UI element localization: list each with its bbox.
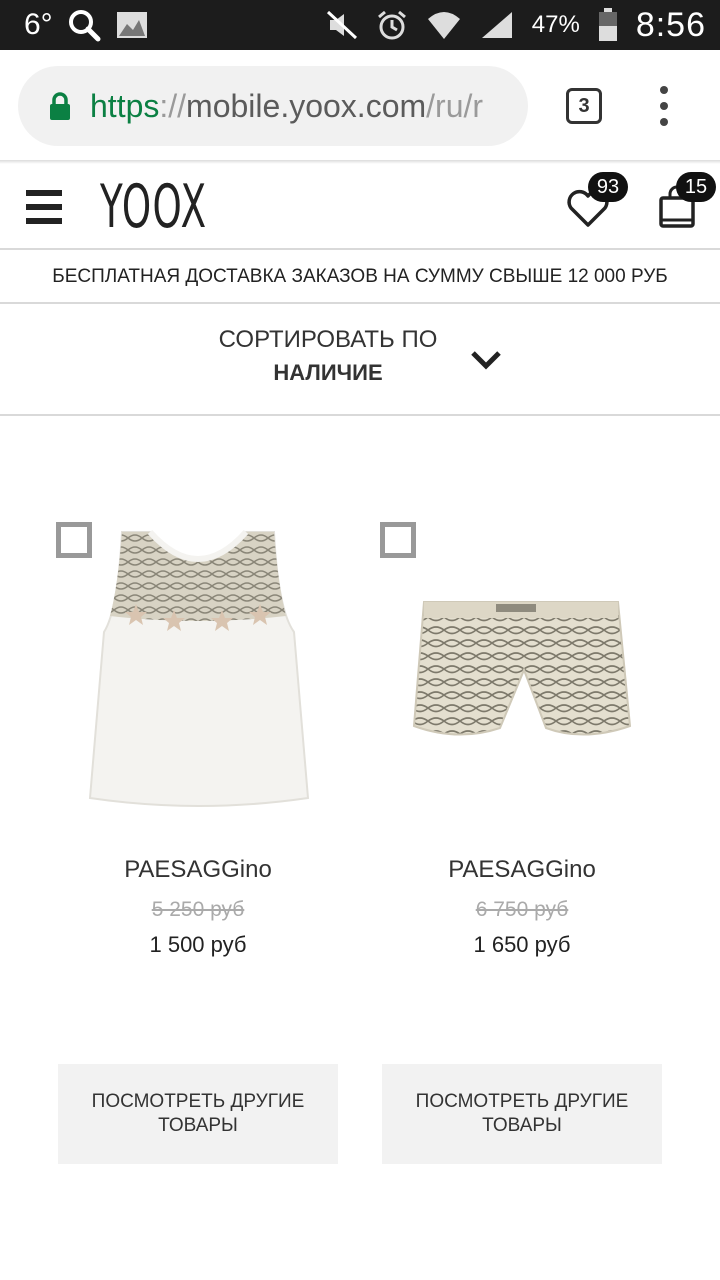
wishlist-count-badge: 93 (588, 172, 628, 202)
product-brand[interactable]: PAESAGGino (36, 856, 360, 884)
product-price: 1 500 руб (149, 932, 247, 957)
url-text: https://mobile.yoox.com/ru/r (90, 87, 484, 124)
product-price: 1 650 руб (473, 932, 571, 957)
yoox-logo[interactable]: YOOX (100, 172, 207, 242)
status-bar: 6° 47% 8:56 (0, 0, 720, 50)
product-image-tank-top[interactable] (72, 520, 324, 820)
product-old-price: 6 750 руб (475, 898, 569, 921)
temperature: 6° (24, 8, 53, 41)
site-header: YOOX 93 15 (0, 164, 720, 250)
wifi-icon (426, 9, 462, 41)
browser-toolbar: https://mobile.yoox.com/ru/r 3 (0, 50, 720, 162)
bag-count-badge: 15 (676, 172, 716, 202)
search-icon (67, 8, 101, 42)
signal-icon (480, 10, 514, 40)
product-brand[interactable]: PAESAGGino (360, 856, 684, 884)
product-image-shorts[interactable] (396, 520, 648, 820)
browser-menu-icon[interactable] (652, 86, 676, 126)
free-shipping-banner: БЕСПЛАТНАЯ ДОСТАВКА ЗАКАЗОВ НА СУММУ СВЫ… (0, 252, 720, 304)
mute-icon (326, 10, 358, 40)
sort-label: СОРТИРОВАТЬ ПО (218, 326, 438, 353)
see-more-products-button[interactable]: ПОСМОТРЕТЬ ДРУГИЕ ТОВАРЫ (382, 1064, 662, 1164)
lock-icon (50, 92, 70, 120)
clock: 8:56 (635, 5, 706, 44)
address-bar[interactable]: https://mobile.yoox.com/ru/r (18, 66, 528, 146)
sort-dropdown[interactable]: СОРТИРОВАТЬ ПО НАЛИЧИЕ (0, 306, 720, 416)
gallery-icon (115, 8, 149, 42)
sort-value: НАЛИЧИЕ (273, 360, 383, 385)
battery-icon (598, 8, 618, 42)
chevron-down-icon (471, 351, 501, 370)
battery-percent: 47% (531, 11, 580, 38)
see-more-products-button[interactable]: ПОСМОТРЕТЬ ДРУГИЕ ТОВАРЫ (58, 1064, 338, 1164)
tab-switcher-button[interactable]: 3 (566, 88, 602, 124)
product-old-price: 5 250 руб (151, 898, 245, 921)
menu-icon[interactable] (26, 190, 62, 224)
alarm-icon (376, 9, 408, 41)
